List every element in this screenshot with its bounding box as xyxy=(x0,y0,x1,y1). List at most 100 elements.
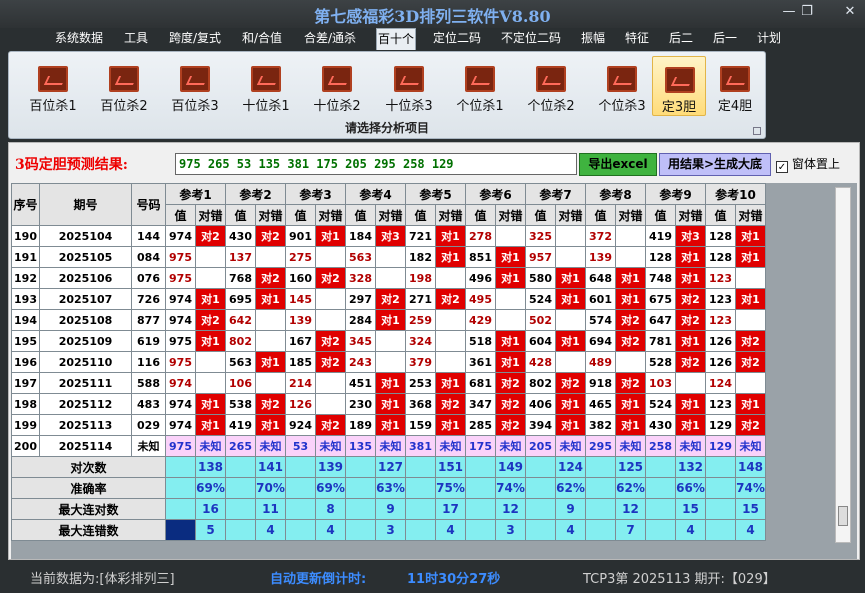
table-row-prediction[interactable]: 200 2025114 未知 975 未知 265 未知 53 未知 135 未知 381 未知 175 未… xyxy=(11,435,766,457)
menu-item-11[interactable]: 后一 xyxy=(708,28,742,50)
ref-hit: 对1 xyxy=(495,246,526,268)
window-on-top-checkbox[interactable]: ✓ 窗体置上 xyxy=(776,155,840,173)
table-row[interactable]: 195 2025109 619 975 对1 802 167 对2 345 324 518 对1 604… xyxy=(11,330,766,352)
row-period: 2025109 xyxy=(39,330,132,352)
ref-hit xyxy=(435,330,466,352)
ribbon-button-5[interactable]: 十位杀3 xyxy=(377,56,441,116)
minimize-button[interactable]: — xyxy=(779,4,799,20)
ref-hit: 对2 xyxy=(195,309,226,331)
ref-value: 285 xyxy=(465,414,496,436)
ref-hit: 对1 xyxy=(495,351,526,373)
ribbon-button-7[interactable]: 个位杀2 xyxy=(519,56,583,116)
stats-spacer xyxy=(705,477,736,499)
ref-value: 382 xyxy=(585,414,616,436)
stats-label: 对次数 xyxy=(11,456,166,478)
app-title: 第七感福彩3D排列三软件V8.80 xyxy=(314,7,551,26)
stats-spacer xyxy=(645,477,676,499)
ref-value: 347 xyxy=(465,393,496,415)
ribbon-button-3[interactable]: 十位杀1 xyxy=(234,56,298,116)
ref-hit: 对2 xyxy=(495,414,526,436)
result-field[interactable]: 975 265 53 135 381 175 205 295 258 129 xyxy=(175,153,577,175)
menu-item-8[interactable]: 振幅 xyxy=(576,28,610,50)
ribbon-button-2[interactable]: 百位杀3 xyxy=(163,56,227,116)
row-code: 726 xyxy=(131,288,166,310)
menu-item-1[interactable]: 工具 xyxy=(120,28,152,50)
header-ref-7: 参考7 xyxy=(525,183,586,205)
ribbon-button-10[interactable]: 定4胆 xyxy=(709,56,761,116)
ribbon-button-0[interactable]: 百位杀1 xyxy=(21,56,85,116)
menu-item-0[interactable]: 系统数据 xyxy=(49,28,109,50)
table-row[interactable]: 199 2025113 029 974 对1 419 对1 924 对2 189 对1 159 对1 28… xyxy=(11,414,766,436)
result-label: 3码定胆预测结果: xyxy=(15,157,128,173)
table-row[interactable]: 194 2025108 877 974 对2 642 139 284 对1 259 429 502 57… xyxy=(11,309,766,331)
menu-item-5[interactable]: 百十个 xyxy=(376,28,416,50)
menu-item-6[interactable]: 定位二码 xyxy=(428,28,486,50)
stats-value: 4 xyxy=(435,519,466,541)
table-row[interactable]: 192 2025106 076 975 768 对2 160 对2 328 198 496 对1 580… xyxy=(11,267,766,289)
stats-spacer xyxy=(525,477,556,499)
table-row[interactable]: 190 2025104 144 974 对2 430 对2 901 对1 184 对3 721 对1 27… xyxy=(11,225,766,247)
generate-base-button[interactable]: 用结果>生成大底 xyxy=(659,153,771,176)
ref-hit: 对1 xyxy=(675,267,706,289)
ref-hit: 对2 xyxy=(615,372,646,394)
row-period: 2025114 xyxy=(39,435,132,457)
ref-hit: 对1 xyxy=(735,288,766,310)
ref-hit: 对2 xyxy=(315,414,346,436)
ref-hit xyxy=(675,372,706,394)
ref-value: 182 xyxy=(405,246,436,268)
table-row[interactable]: 197 2025111 588 974 106 214 451 对1 253 对1 681 对2 802… xyxy=(11,372,766,394)
row-code: 076 xyxy=(131,267,166,289)
stats-value: 5 xyxy=(195,519,226,541)
ref-value: 126 xyxy=(705,351,736,373)
menu-item-7[interactable]: 不定位二码 xyxy=(496,28,566,50)
ref-hit xyxy=(615,351,646,373)
ribbon-button-4[interactable]: 十位杀2 xyxy=(305,56,369,116)
ref-value: 975 xyxy=(165,267,196,289)
ribbon-button-8[interactable]: 个位杀3 xyxy=(590,56,654,116)
stats-spacer xyxy=(285,477,316,499)
ribbon-button-1[interactable]: 百位杀2 xyxy=(92,56,156,116)
maximize-button[interactable]: ❐ xyxy=(797,4,817,20)
menu-item-12[interactable]: 计划 xyxy=(753,28,785,50)
close-button[interactable]: ✕ xyxy=(840,4,860,20)
header-period: 期号 xyxy=(39,183,132,226)
row-code: 144 xyxy=(131,225,166,247)
ribbon-expand-icon[interactable] xyxy=(753,127,761,135)
ref-hit: 对1 xyxy=(315,225,346,247)
table-row[interactable]: 196 2025110 116 975 563 对1 185 对2 243 379 361 对1 428… xyxy=(11,351,766,373)
ribbon-button-6[interactable]: 个位杀1 xyxy=(448,56,512,116)
ref-hit xyxy=(195,267,226,289)
export-excel-button[interactable]: 导出excel xyxy=(579,153,657,176)
ref-hit: 对1 xyxy=(615,414,646,436)
ref-value: 975 xyxy=(165,330,196,352)
ref-hit: 未知 xyxy=(615,435,646,457)
ref-hit: 对2 xyxy=(735,414,766,436)
menu-item-3[interactable]: 和/合值 xyxy=(233,28,291,50)
header-code: 号码 xyxy=(131,183,166,226)
stats-value: 4 xyxy=(555,519,586,541)
ref-value: 253 xyxy=(405,372,436,394)
menu-item-9[interactable]: 特征 xyxy=(619,28,655,50)
scroll-thumb[interactable] xyxy=(838,506,848,526)
ribbon-button-9[interactable]: 定3胆 xyxy=(652,56,706,116)
stats-value: 4 xyxy=(255,519,286,541)
ref-hit: 对1 xyxy=(615,267,646,289)
menu-item-2[interactable]: 跨度/复式 xyxy=(163,28,227,50)
vertical-scrollbar[interactable] xyxy=(835,187,851,543)
ref-value: 675 xyxy=(645,288,676,310)
table-row[interactable]: 193 2025107 726 974 对1 695 对1 145 297 对2 271 对2 495 5… xyxy=(11,288,766,310)
ref-hit xyxy=(315,393,346,415)
menu-item-10[interactable]: 后二 xyxy=(666,28,696,50)
ref-hit xyxy=(315,288,346,310)
ref-value: 430 xyxy=(645,414,676,436)
menu-item-4[interactable]: 合差/通杀 xyxy=(299,28,361,50)
table-row[interactable]: 191 2025105 084 975 137 275 563 182 对1 851 对1 957 13… xyxy=(11,246,766,268)
table-row[interactable]: 198 2025112 483 974 对1 538 对2 126 230 对1 368 对2 347 对… xyxy=(11,393,766,415)
ref-hit: 对1 xyxy=(435,414,466,436)
checkbox-icon[interactable]: ✓ xyxy=(776,161,788,173)
ref-hit: 未知 xyxy=(255,435,286,457)
ref-value: 53 xyxy=(285,435,316,457)
ref-hit xyxy=(495,309,526,331)
ref-value: 428 xyxy=(525,351,556,373)
ref-hit: 对2 xyxy=(735,330,766,352)
